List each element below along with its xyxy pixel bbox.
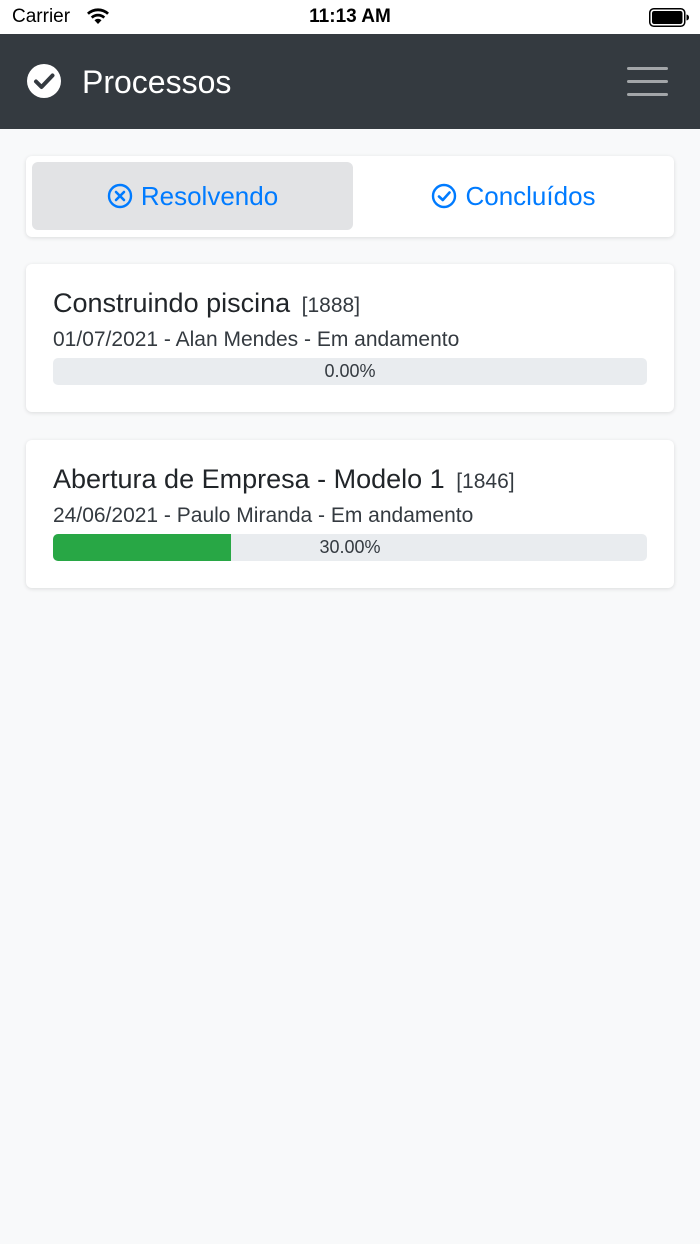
process-card[interactable]: Abertura de Empresa - Modelo 1 [1846] 24… — [26, 440, 674, 588]
status-bar: Carrier 11:13 AM — [0, 0, 700, 34]
process-meta: 01/07/2021 - Alan Mendes - Em andamento — [53, 328, 460, 351]
status-tabs: Resolvendo Concluídos — [26, 156, 674, 237]
tab-concluidos-label: Concluídos — [465, 180, 596, 211]
progress-label: 0.00% — [324, 361, 376, 381]
menu-toggle-button[interactable] — [612, 59, 682, 105]
battery-icon — [649, 8, 689, 27]
status-time: 11:13 AM — [309, 6, 391, 27]
tab-resolvendo[interactable]: Resolvendo — [32, 162, 353, 230]
progress-bar: 30.00% — [53, 534, 647, 561]
check-circle-icon — [27, 64, 61, 98]
process-id: [1888] — [301, 294, 361, 317]
process-meta: 24/06/2021 - Paulo Miranda - Em andament… — [53, 504, 474, 527]
process-id: [1846] — [456, 470, 515, 493]
navbar: Processos — [0, 34, 700, 129]
x-circle-icon — [107, 183, 133, 209]
tab-resolvendo-label: Resolvendo — [140, 180, 279, 211]
process-card[interactable]: Construindo piscina [1888] 01/07/2021 - … — [26, 264, 674, 412]
progress-label: 30.00% — [319, 537, 381, 557]
process-title: Construindo piscina — [53, 288, 291, 318]
progress-bar: 0.00% — [53, 358, 647, 385]
page-title: Processos — [82, 64, 232, 100]
process-title: Abertura de Empresa - Modelo 1 — [53, 464, 445, 494]
tab-concluidos[interactable]: Concluídos — [353, 162, 674, 230]
check-circle-outline-icon — [432, 183, 457, 209]
